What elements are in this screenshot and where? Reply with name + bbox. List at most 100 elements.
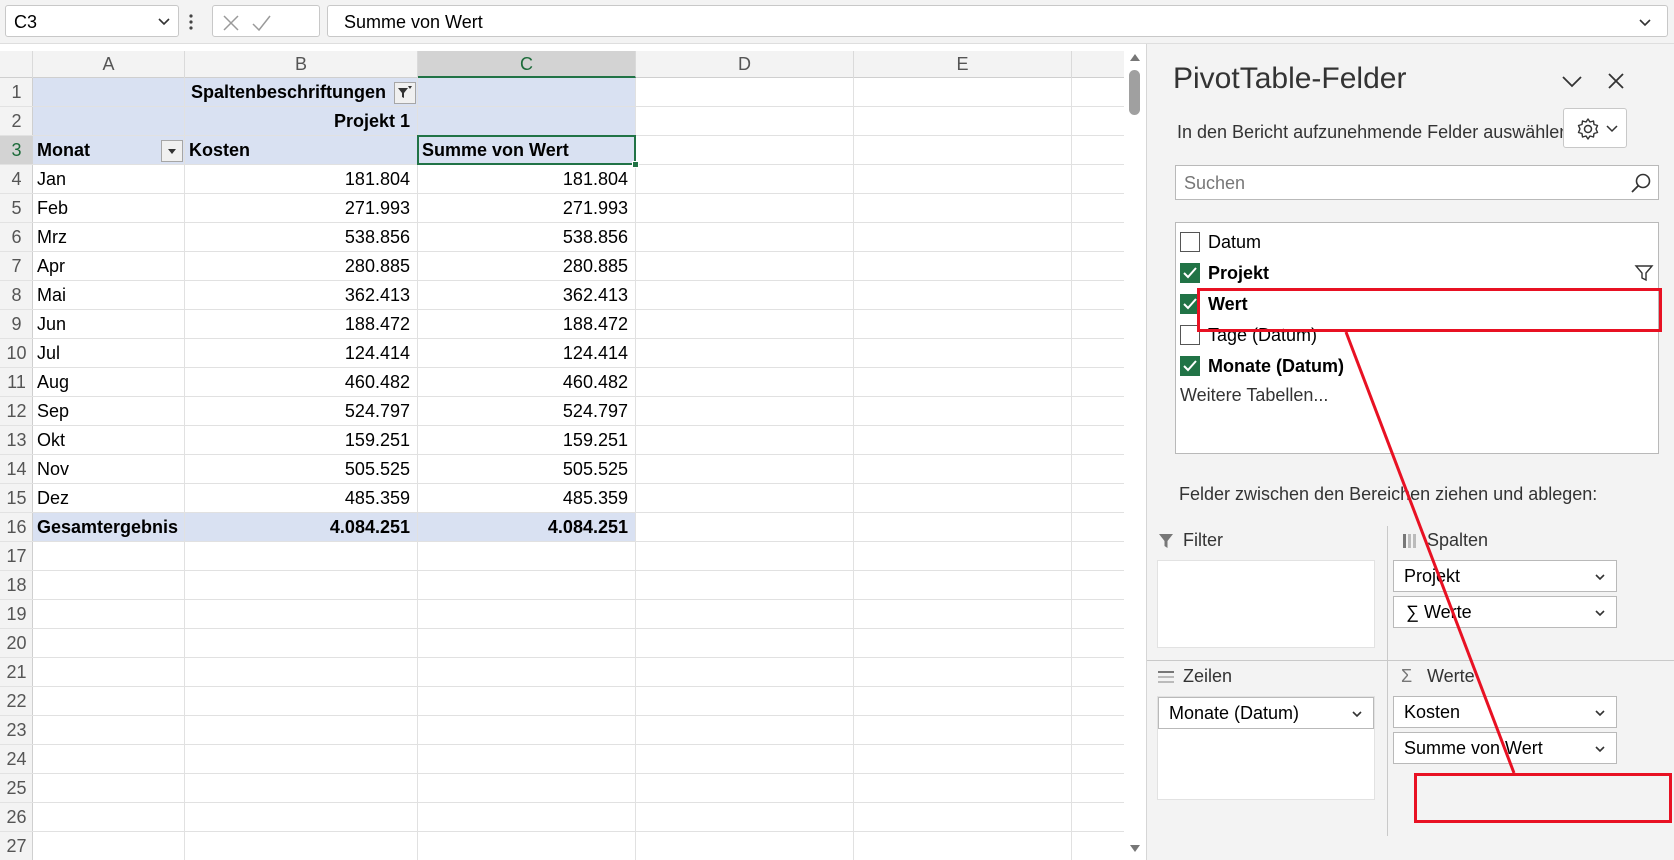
row-header[interactable]: 22 [0,687,33,716]
field-checkbox[interactable] [1180,263,1200,283]
row-header[interactable]: 5 [0,194,33,223]
pivot-kosten-cell[interactable]: 362.413 [185,281,418,310]
row-header[interactable]: 16 [0,513,33,542]
row-header[interactable]: 20 [0,629,33,658]
column-filter-button[interactable] [394,82,416,104]
field-item-datum[interactable]: Datum [1176,227,1658,258]
pivot-month-cell[interactable]: Apr [33,252,185,281]
pivot-kosten-cell[interactable]: 524.797 [185,397,418,426]
pivot-kosten-cell[interactable]: 181.804 [185,165,418,194]
close-icon[interactable] [220,12,242,34]
pivot-summe-cell[interactable]: 460.482 [418,368,636,397]
rows-drop-zone[interactable]: Monate (Datum) [1157,696,1375,800]
scroll-up-icon[interactable] [1129,52,1141,62]
row-header[interactable]: 27 [0,832,33,860]
pivot-summe-cell[interactable]: 362.413 [418,281,636,310]
expand-formula-icon[interactable] [1637,14,1653,30]
column-header-c[interactable]: C [418,51,636,78]
row-header[interactable]: 10 [0,339,33,368]
pivot-summe-cell[interactable]: 505.525 [418,455,636,484]
row-header[interactable]: 21 [0,658,33,687]
pivot-month-cell[interactable]: Okt [33,426,185,455]
field-item-monate-datum[interactable]: Monate (Datum) [1176,351,1658,382]
columns-item-projekt[interactable]: Projekt [1393,560,1617,592]
pivot-kosten-cell[interactable]: 460.482 [185,368,418,397]
filter-icon[interactable] [1634,263,1654,288]
search-icon[interactable] [1630,172,1652,194]
pivot-month-cell[interactable]: Dez [33,484,185,513]
field-item-projekt[interactable]: Projekt [1176,258,1658,289]
pivot-kosten-cell[interactable]: 485.359 [185,484,418,513]
select-all-corner[interactable] [0,51,33,78]
pivot-month-cell[interactable]: Nov [33,455,185,484]
column-header-a[interactable]: A [33,51,185,78]
column-header-d[interactable]: D [636,51,854,78]
check-icon[interactable] [250,12,272,34]
values-drop-zone[interactable]: Kosten Summe von Wert [1391,696,1619,800]
pivot-total-kosten[interactable]: 4.084.251 [185,513,418,542]
column-header-b[interactable]: B [185,51,418,78]
pivot-summe-cell[interactable]: 124.414 [418,339,636,368]
row-header[interactable]: 25 [0,774,33,803]
pivot-month-cell[interactable]: Aug [33,368,185,397]
field-checkbox[interactable] [1180,325,1200,345]
chevron-down-icon[interactable] [1592,569,1608,585]
chevron-down-icon[interactable] [156,13,172,29]
pivot-month-cell[interactable]: Sep [33,397,185,426]
row-header[interactable]: 1 [0,78,33,107]
row-header[interactable]: 17 [0,542,33,571]
row-header[interactable]: 11 [0,368,33,397]
columns-drop-zone[interactable]: Projekt ∑ Werte [1391,560,1619,648]
scroll-down-icon[interactable] [1129,844,1141,854]
pivot-summe-cell[interactable]: 280.885 [418,252,636,281]
pivot-summe-cell[interactable]: 524.797 [418,397,636,426]
pivot-kosten-cell[interactable]: 271.993 [185,194,418,223]
field-item-wert[interactable]: Wert [1176,289,1658,320]
scrollbar-thumb[interactable] [1129,70,1140,115]
chevron-down-icon[interactable] [1561,74,1583,88]
formula-input[interactable]: Summe von Wert [327,5,1668,37]
rows-item-monate[interactable]: Monate (Datum) [1158,697,1374,729]
field-item-tage-datum[interactable]: Tage (Datum) [1176,320,1658,351]
row-header[interactable]: 8 [0,281,33,310]
pivot-summe-cell[interactable]: 485.359 [418,484,636,513]
row-header[interactable]: 14 [0,455,33,484]
row-header[interactable]: 12 [0,397,33,426]
pivot-month-cell[interactable]: Jan [33,165,185,194]
pivot-summe-cell[interactable]: 538.856 [418,223,636,252]
pivot-summe-cell[interactable]: 271.993 [418,194,636,223]
columns-item-werte[interactable]: ∑ Werte [1393,596,1617,628]
row-header[interactable]: 23 [0,716,33,745]
chevron-down-icon[interactable] [1592,605,1608,621]
values-item-summe-von-wert[interactable]: Summe von Wert [1393,732,1617,764]
pivot-month-cell[interactable]: Feb [33,194,185,223]
pivot-month-cell[interactable]: Jul [33,339,185,368]
row-header[interactable]: 18 [0,571,33,600]
field-search-input[interactable]: Suchen [1175,165,1659,200]
pivot-summe-cell[interactable]: 181.804 [418,165,636,194]
more-tables-link[interactable]: Weitere Tabellen... [1180,385,1328,406]
pivot-total-label[interactable]: Gesamtergebnis [33,513,185,542]
worksheet-grid[interactable]: Spaltenbeschriftungen Projekt 1 Monat Koste… [33,78,1124,860]
row-header[interactable]: 15 [0,484,33,513]
row-filter-button[interactable] [161,140,183,162]
row-header[interactable]: 7 [0,252,33,281]
values-item-kosten[interactable]: Kosten [1393,696,1617,728]
row-header[interactable]: 19 [0,600,33,629]
field-checkbox[interactable] [1180,232,1200,252]
pivot-month-cell[interactable]: Mrz [33,223,185,252]
selected-cell-c3[interactable] [417,135,639,168]
field-checkbox[interactable] [1180,294,1200,314]
chevron-down-icon[interactable] [1592,705,1608,721]
row-header[interactable]: 24 [0,745,33,774]
pivot-kosten-cell[interactable]: 505.525 [185,455,418,484]
row-header[interactable]: 4 [0,165,33,194]
pivot-kosten-cell[interactable]: 538.856 [185,223,418,252]
row-header[interactable]: 2 [0,107,33,136]
row-header[interactable]: 26 [0,803,33,832]
tools-button[interactable] [1563,108,1627,148]
row-header[interactable]: 6 [0,223,33,252]
pivot-project-header[interactable]: Projekt 1 [185,107,418,136]
close-icon[interactable] [1607,72,1625,90]
filter-drop-zone[interactable] [1157,560,1375,648]
